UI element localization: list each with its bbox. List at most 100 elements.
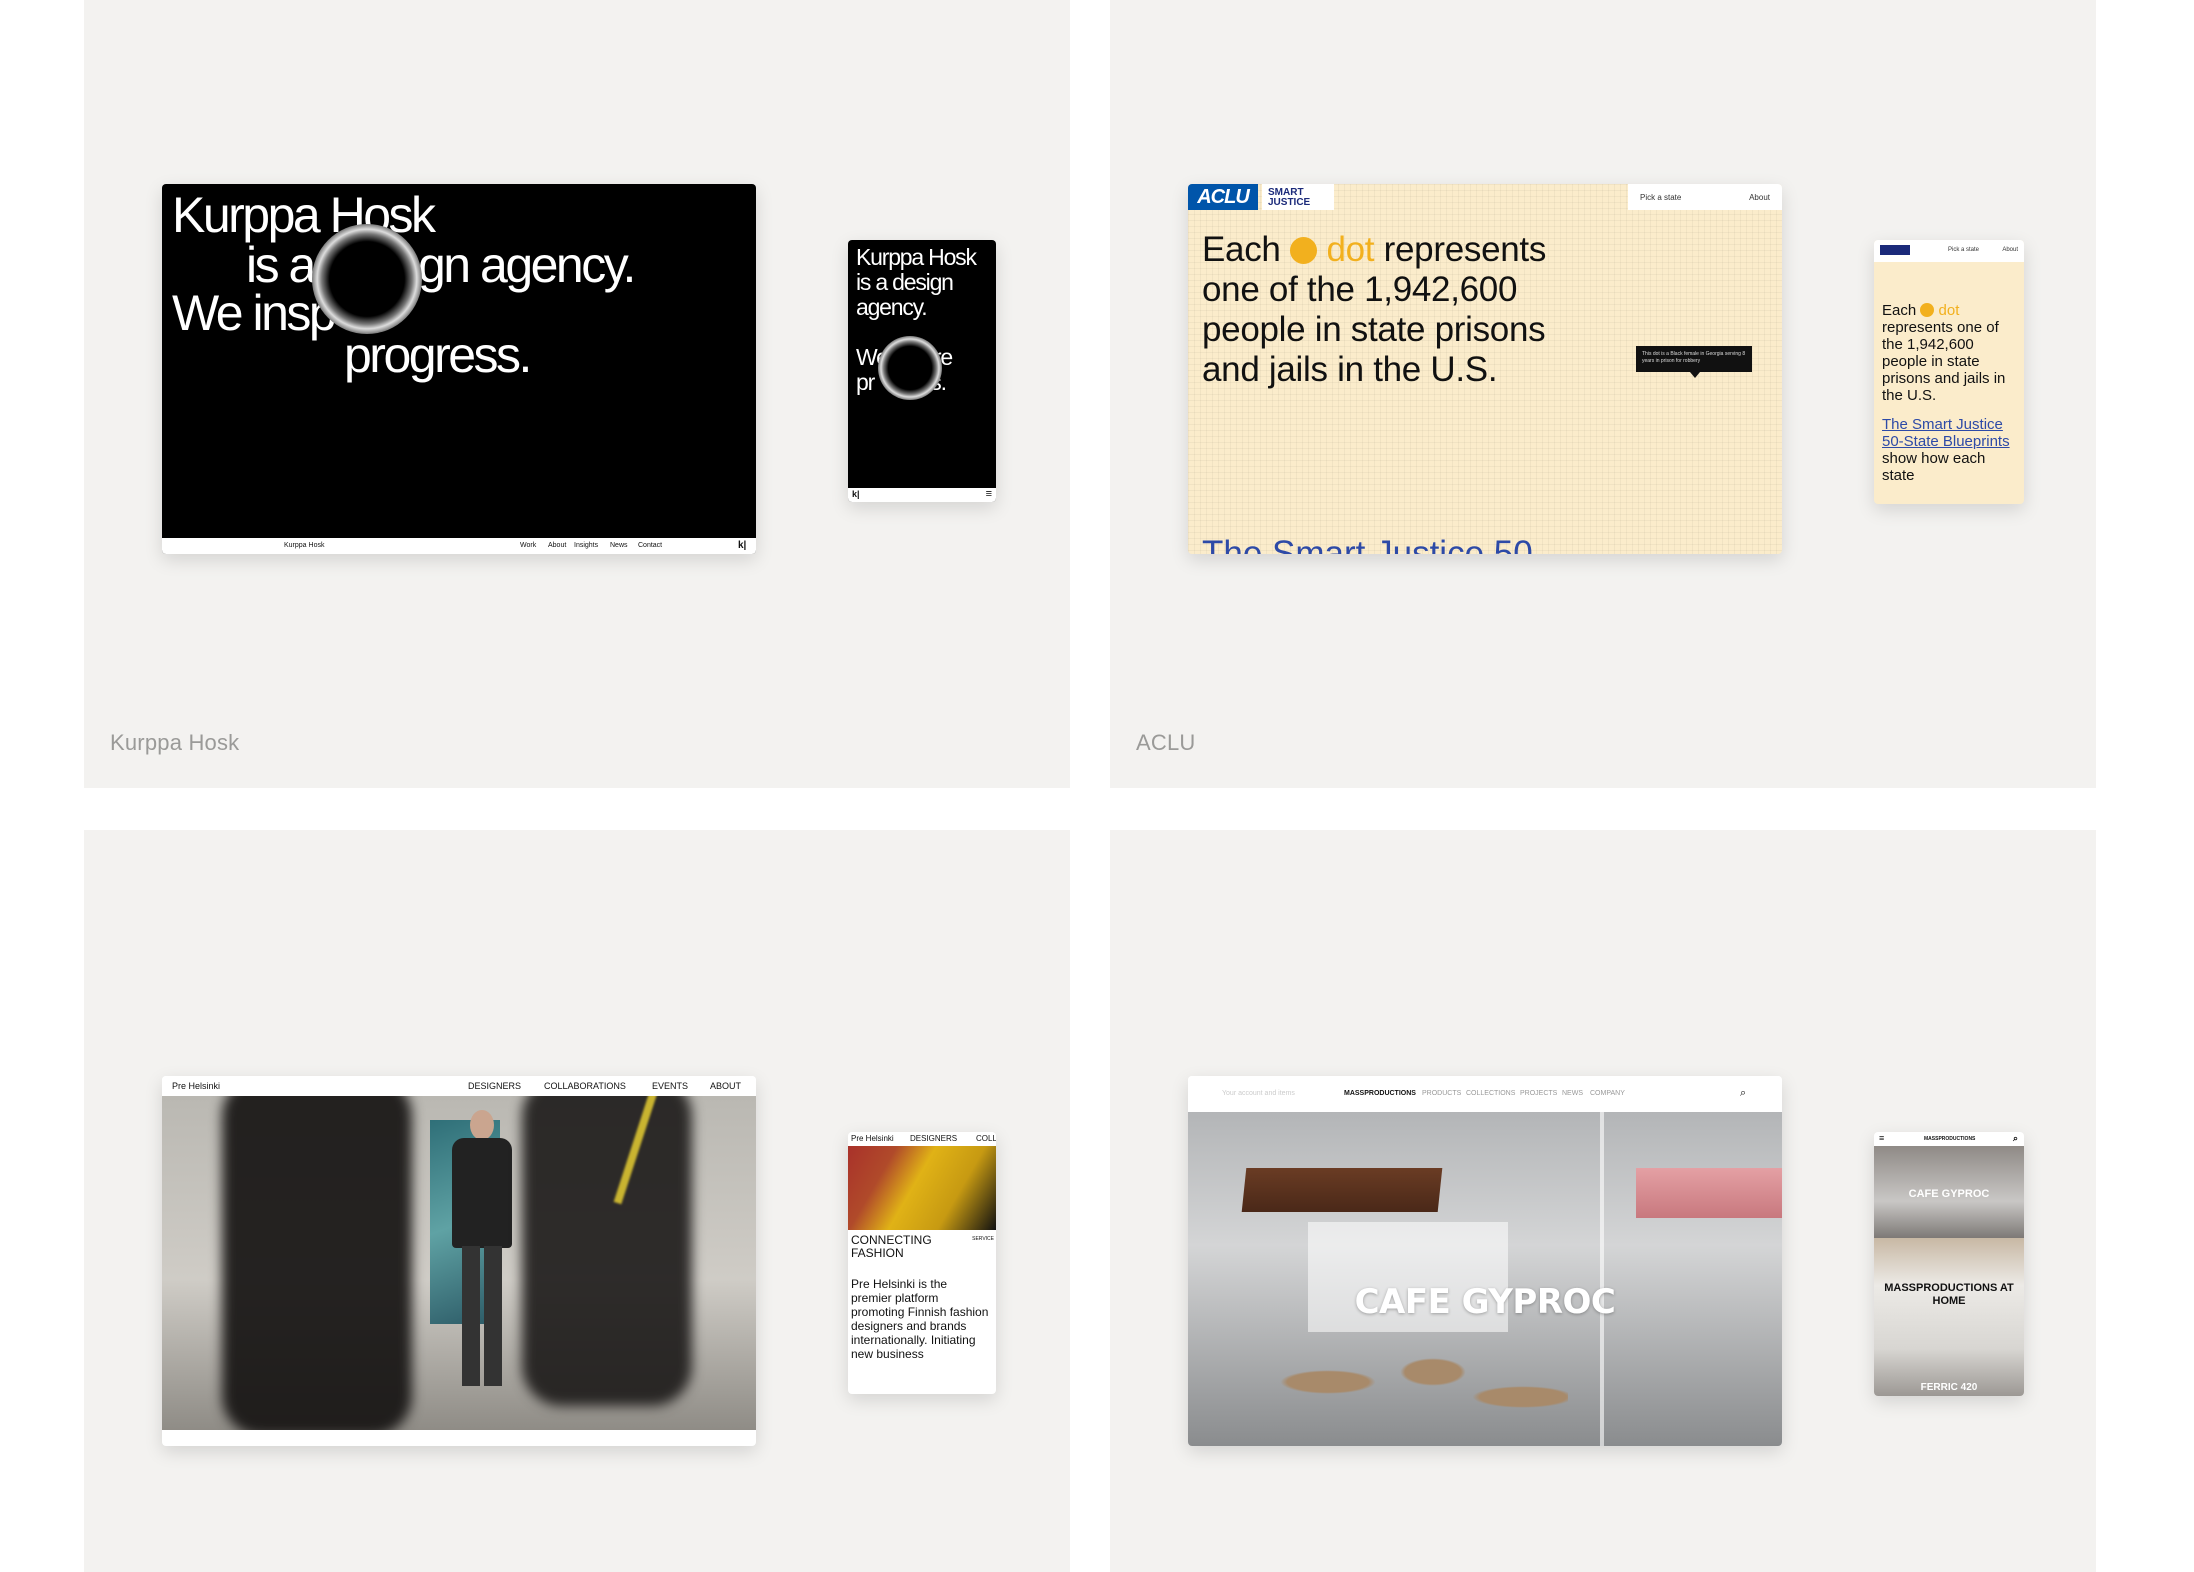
project-title[interactable]: MASSPRODUCTIONS AT HOME bbox=[1874, 1282, 2024, 1308]
intro-text: Pre Helsinki is the premier platform pro… bbox=[851, 1277, 989, 1361]
project-title[interactable]: FERRIC 420 bbox=[1874, 1382, 2024, 1393]
footer-link[interactable]: Insights bbox=[574, 542, 598, 549]
mobile-nav: Pre Helsinki DESIGNERS COLL bbox=[848, 1132, 996, 1146]
mobile-screenshot: Pre Helsinki DESIGNERS COLL CONNECTING F… bbox=[848, 1132, 996, 1394]
brand-link[interactable]: Pre Helsinki bbox=[172, 1081, 220, 1091]
body-text: show how each state bbox=[1882, 450, 1986, 484]
account-link[interactable]: Your account and items bbox=[1222, 1090, 1295, 1097]
nav-designers[interactable]: DESIGNERS bbox=[910, 1134, 957, 1143]
brand-link[interactable]: MASSPRODUCTIONS bbox=[1924, 1136, 1975, 1142]
menu-icon[interactable]: ≡ bbox=[1879, 1133, 1884, 1143]
brand-link[interactable]: Pre Helsinki bbox=[851, 1134, 894, 1143]
search-icon[interactable]: ⌕ bbox=[1740, 1087, 1746, 1100]
dot-word: dot bbox=[1938, 302, 1960, 319]
project-card-pre-helsinki[interactable]: Pre Helsinki DESIGNERS COLLABORATIONS EV… bbox=[84, 830, 1070, 1572]
top-nav: Your account and items MASSPRODUCTIONS P… bbox=[1188, 1076, 1782, 1112]
site-footer: k| ≡ bbox=[848, 488, 996, 502]
mobile-screenshot: Kurppa Hosk is a design agency. We ire p… bbox=[848, 240, 996, 502]
dot-icon bbox=[1920, 303, 1935, 317]
project-photo bbox=[1874, 1238, 2024, 1396]
nav-company[interactable]: COMPANY bbox=[1590, 1090, 1625, 1097]
headline-line: Each dot represents bbox=[1202, 230, 1546, 270]
nav-products[interactable]: PRODUCTS bbox=[1422, 1090, 1461, 1097]
nav-news[interactable]: NEWS bbox=[1562, 1090, 1583, 1097]
nav-collaborations[interactable]: COLLABORATIONS bbox=[544, 1081, 626, 1091]
desktop-screenshot: Your account and items MASSPRODUCTIONS P… bbox=[1188, 1076, 1782, 1446]
project-card-kurppa-hosk[interactable]: Kurppa Hosk is a gn agency. We insp prog… bbox=[84, 0, 1070, 788]
site-footer: Kurppa Hosk Work About Insights News Con… bbox=[162, 538, 756, 554]
headline-line: gn agency. bbox=[418, 237, 636, 293]
nav-about[interactable]: ABOUT bbox=[710, 1081, 741, 1091]
model-figure bbox=[452, 1110, 512, 1390]
headline-line: pr bbox=[856, 369, 875, 395]
body-text: Each bbox=[1882, 302, 1917, 319]
headline-line: is a bbox=[246, 237, 316, 293]
footer-link[interactable]: Contact bbox=[638, 542, 662, 549]
project-label[interactable]: Kurppa Hosk bbox=[110, 730, 239, 756]
nav-designers[interactable]: DESIGNERS bbox=[468, 1081, 521, 1091]
footer-link[interactable]: Work bbox=[520, 542, 536, 549]
project-title[interactable]: CAFE GYPROC bbox=[1874, 1188, 2024, 1200]
nav-about[interactable]: About bbox=[1749, 193, 1770, 202]
awning-pink bbox=[1636, 1168, 1782, 1218]
nav-pick-state[interactable]: Pick a state bbox=[1640, 193, 1681, 202]
smart-justice-logo bbox=[1880, 245, 1910, 255]
logo-mark-icon: k| bbox=[852, 489, 860, 499]
mobile-screenshot: Pick a state About Each dot represents o… bbox=[1874, 240, 2024, 504]
section-heading: CONNECTING FASHION bbox=[851, 1233, 932, 1260]
headline-line: agency. bbox=[856, 294, 928, 320]
dot-tooltip: This dot is a Black female in Georgia se… bbox=[1636, 346, 1752, 372]
model-jacket bbox=[452, 1138, 512, 1248]
nav-events[interactable]: EVENTS bbox=[652, 1081, 688, 1091]
headline-line: people in state prisons bbox=[1202, 310, 1546, 349]
nav-about[interactable]: About bbox=[2002, 247, 2018, 253]
headline-line: is a design bbox=[856, 269, 954, 295]
logo-mark-icon: k| bbox=[738, 540, 747, 551]
ink-circle-graphic bbox=[878, 336, 942, 400]
project-label[interactable]: ACLU bbox=[1136, 730, 1196, 756]
brand-link[interactable]: MASSPRODUCTIONS bbox=[1344, 1090, 1416, 1097]
hero-title: CAFE GYPROC bbox=[1354, 1282, 1616, 1322]
desktop-screenshot: ACLU SMART JUSTICE Pick a state About Ea… bbox=[1188, 184, 1782, 554]
headline-line: progress. bbox=[344, 327, 532, 383]
cafe-tables bbox=[1268, 1342, 1568, 1442]
awning-brown bbox=[1241, 1168, 1443, 1212]
footer-brand: Kurppa Hosk bbox=[284, 542, 325, 549]
mobile-screenshot: ≡ MASSPRODUCTIONS ⌕ CAFE GYPROC MASSPROD… bbox=[1874, 1132, 2024, 1396]
services-label[interactable]: SERVICE bbox=[972, 1236, 994, 1242]
project-card-massproductions[interactable]: Your account and items MASSPRODUCTIONS P… bbox=[1110, 830, 2096, 1572]
desktop-screenshot: Kurppa Hosk is a gn agency. We insp prog… bbox=[162, 184, 756, 554]
headline-line: one of the 1,942,600 bbox=[1202, 270, 1518, 309]
project-card-aclu[interactable]: ACLU SMART JUSTICE Pick a state About Ea… bbox=[1110, 0, 2096, 788]
headline-line: Kurppa Hosk bbox=[856, 244, 977, 270]
body-text: represents one of the 1,942,600 people i… bbox=[1882, 319, 2006, 404]
tooltip-arrow bbox=[1690, 372, 1700, 378]
footer-link[interactable]: News bbox=[610, 542, 628, 549]
nav-pick-state[interactable]: Pick a state bbox=[1948, 247, 1979, 253]
top-nav: Pre Helsinki DESIGNERS COLLABORATIONS EV… bbox=[162, 1076, 756, 1096]
headline-line: and jails in the U.S. bbox=[1202, 350, 1498, 389]
hero-photo: CAFE GYPROC bbox=[1188, 1112, 1782, 1446]
blueprints-link[interactable]: The Smart Justice 50-State Blueprints bbox=[1882, 416, 2010, 450]
nav-collections[interactable]: COLLECTIONS bbox=[1466, 1090, 1515, 1097]
foreground-leg-blur bbox=[222, 1096, 412, 1430]
hero-photo bbox=[848, 1146, 996, 1230]
smart-justice-text: SMART JUSTICE bbox=[1268, 187, 1311, 208]
model-legs bbox=[462, 1246, 502, 1386]
wall-divider bbox=[1600, 1112, 1604, 1446]
headline-text: represents bbox=[1383, 230, 1547, 269]
menu-icon[interactable]: ≡ bbox=[986, 488, 992, 500]
headline-line: We insp bbox=[172, 285, 337, 341]
desktop-screenshot: Pre Helsinki DESIGNERS COLLABORATIONS EV… bbox=[162, 1076, 756, 1446]
top-nav: Pick a state About bbox=[1628, 184, 1782, 210]
section-heading: The Smart Justice 50- bbox=[1202, 534, 1545, 554]
dot-icon bbox=[1290, 237, 1318, 264]
dot-word: dot bbox=[1326, 230, 1375, 269]
hero-photo bbox=[162, 1096, 756, 1430]
headline-text: Each bbox=[1202, 230, 1281, 269]
nav-collaborations[interactable]: COLL bbox=[976, 1134, 996, 1143]
aclu-logo[interactable]: ACLU bbox=[1188, 184, 1258, 210]
nav-projects[interactable]: PROJECTS bbox=[1520, 1090, 1557, 1097]
footer-link[interactable]: About bbox=[548, 542, 566, 549]
search-icon[interactable]: ⌕ bbox=[2013, 1133, 2018, 1144]
